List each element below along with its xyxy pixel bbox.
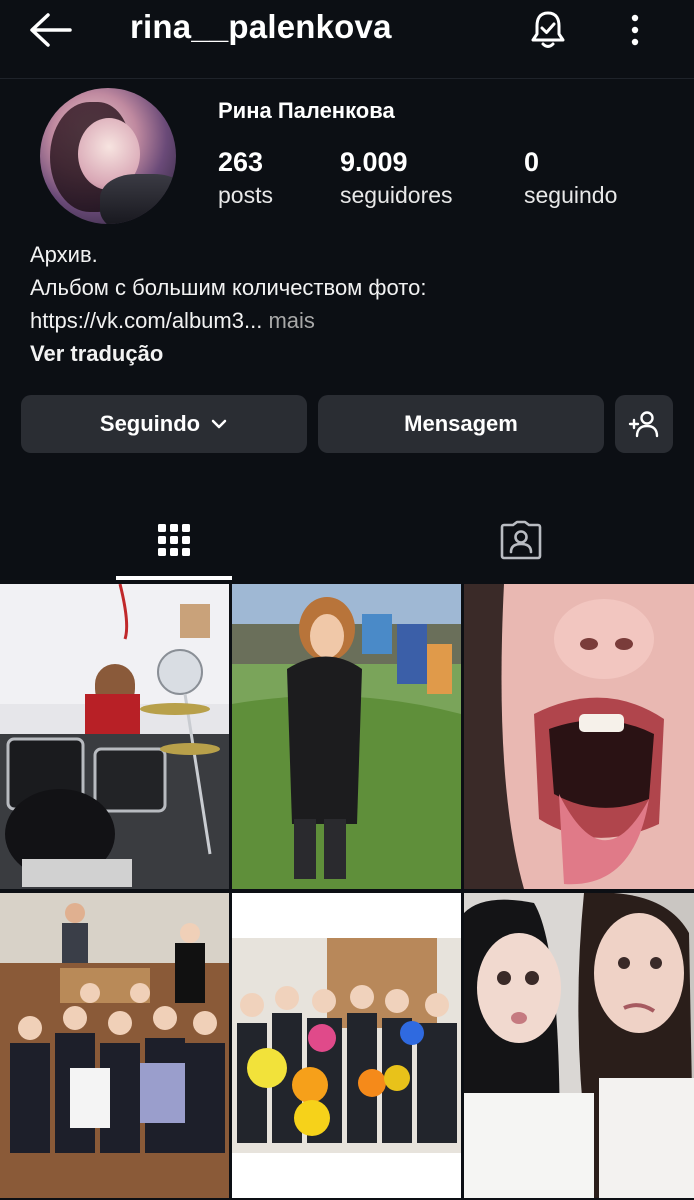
profile-bio: Архив. Альбом с большим количеством фото… [30,238,426,370]
post-thumbnail[interactable] [0,893,229,1198]
more-options-icon[interactable] [620,8,650,52]
see-translation-link[interactable]: Ver tradução [30,337,426,370]
add-person-icon [627,409,661,439]
post-thumbnail[interactable] [232,893,461,1198]
bio-more-link[interactable]: mais [268,308,314,333]
post-thumbnail[interactable] [0,584,229,889]
back-arrow-icon[interactable] [26,10,74,50]
followers-count-label: seguidores [340,182,453,208]
posts-grid [0,584,694,1200]
top-bar: rina__palenkova [0,0,694,60]
following-count-label: seguindo [524,182,618,208]
followers-count-value: 9.009 [340,147,408,177]
following-button-label: Seguindo [99,411,201,436]
post-thumbnail[interactable] [464,893,694,1198]
posts-count-value: 263 [218,147,264,177]
message-button-label: Mensagem [404,411,518,436]
tagged-person-icon [499,520,543,560]
active-tab-indicator [116,576,232,580]
following-count-value: 0 [524,147,540,177]
add-user-button[interactable] [615,395,673,453]
post-thumbnail[interactable] [232,584,461,889]
posts-count[interactable]: 263 posts [218,146,273,212]
following-count[interactable]: 0 seguindo [524,146,617,212]
profile-tabs [0,500,694,582]
bio-line-3: https://vk.com/album3... mais [30,304,426,337]
bio-line-2: Альбом с большим количеством фото: [30,275,427,300]
bio-line-1: Архив. [30,242,98,267]
posts-count-label: posts [218,182,273,208]
tab-posts-grid[interactable] [116,500,232,580]
post-thumbnail[interactable] [464,584,694,889]
profile-avatar[interactable] [40,88,176,224]
notification-bell-icon[interactable] [526,8,570,52]
following-button[interactable]: Seguindo [21,395,307,453]
grid-icon [156,522,192,558]
header-divider [0,78,694,79]
message-button[interactable]: Mensagem [318,395,604,453]
followers-count[interactable]: 9.009 seguidores [340,146,453,212]
chevron-down-icon [210,418,228,430]
profile-username: rina__palenkova [130,8,392,45]
bio-link[interactable]: https://vk.com/album3... [30,308,262,333]
tab-tagged[interactable] [405,500,637,580]
profile-display-name: Рина Паленкова [218,98,395,123]
